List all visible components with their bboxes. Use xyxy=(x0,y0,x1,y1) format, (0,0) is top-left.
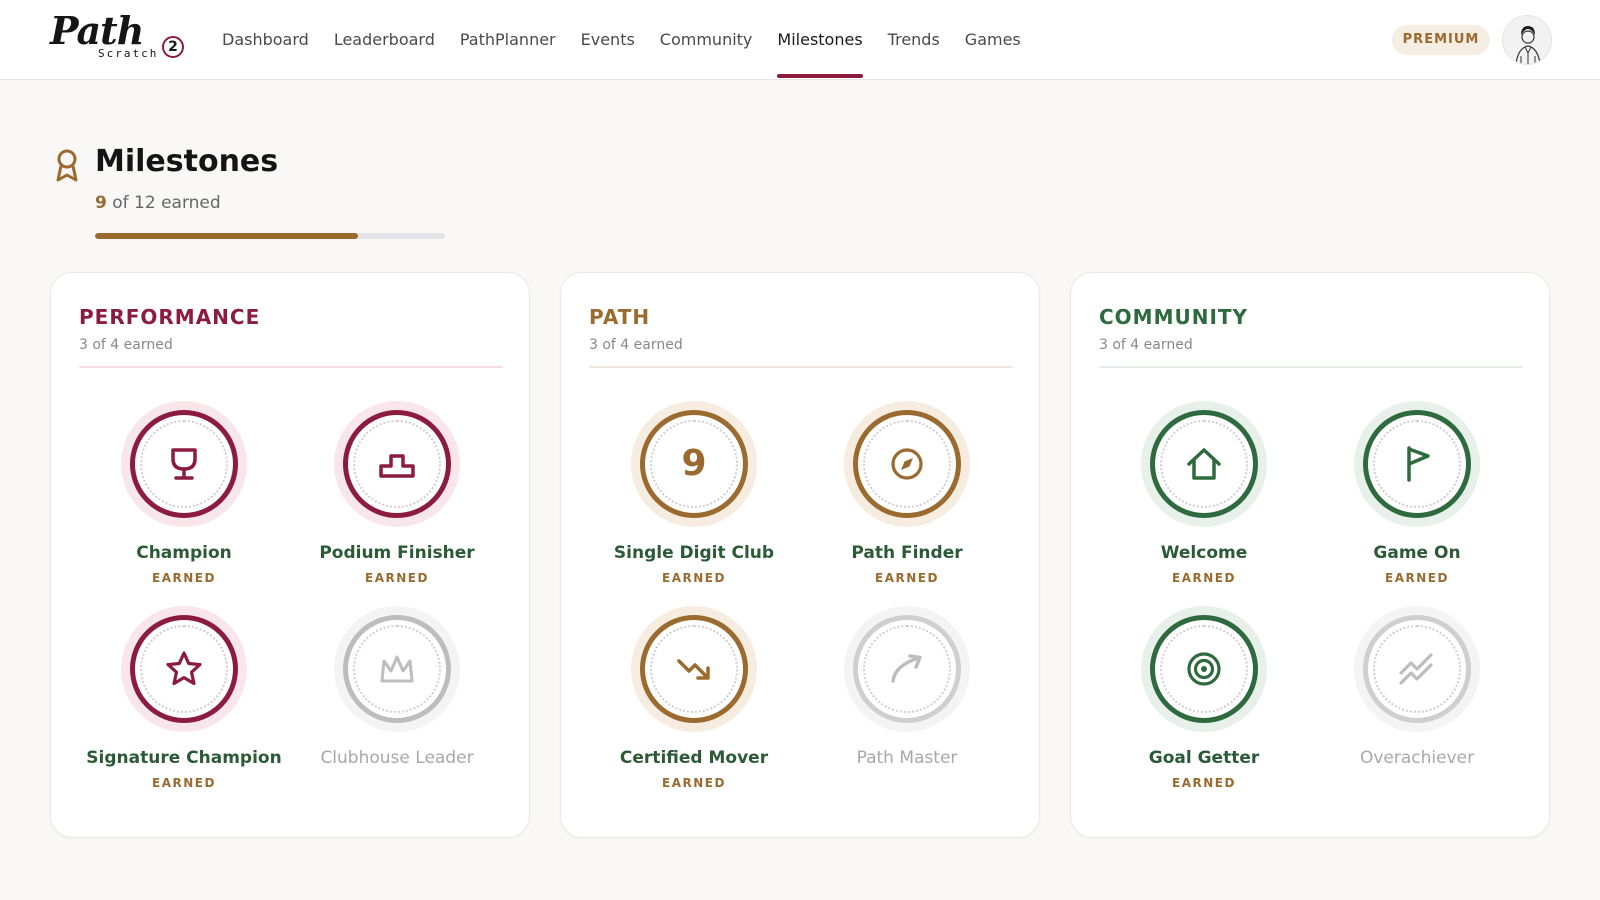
badge-medal: 9 xyxy=(631,401,757,527)
target-icon xyxy=(1187,652,1221,686)
badge-medal xyxy=(844,401,970,527)
badge-name: Game On xyxy=(1373,543,1461,563)
badge-medal xyxy=(121,401,247,527)
badge-name: Signature Champion xyxy=(86,748,282,768)
badge-status: EARNED xyxy=(1172,571,1236,585)
badge-medal xyxy=(1141,606,1267,732)
star-icon xyxy=(166,651,202,686)
earned-count: 9 xyxy=(95,193,107,213)
badge-single-digit-club[interactable]: 9 Single Digit Club EARNED xyxy=(594,401,794,587)
nav-dashboard[interactable]: Dashboard xyxy=(222,0,309,80)
nav-games[interactable]: Games xyxy=(965,0,1021,80)
badge-path-master[interactable]: Path Master xyxy=(807,606,1007,792)
nine-digit-glyph: 9 xyxy=(681,443,707,484)
badge-status: EARNED xyxy=(1172,776,1236,790)
nav-pathplanner[interactable]: PathPlanner xyxy=(460,0,556,80)
nav-milestones[interactable]: Milestones xyxy=(777,0,863,80)
badge-name: Goal Getter xyxy=(1148,748,1260,768)
badge-goal-getter[interactable]: Goal Getter EARNED xyxy=(1104,606,1304,792)
category-title: PATH xyxy=(589,305,651,329)
badge-status xyxy=(297,776,497,792)
badge-welcome[interactable]: Welcome EARNED xyxy=(1104,401,1304,587)
badge-signature-champion[interactable]: Signature Champion EARNED xyxy=(84,606,284,792)
category-divider xyxy=(79,366,503,368)
badge-clubhouse-leader[interactable]: Clubhouse Leader xyxy=(297,606,497,792)
user-avatar-icon xyxy=(1515,26,1541,64)
badge-medal xyxy=(844,606,970,732)
category-card-community: COMMUNITY 3 of 4 earned Welcome EARNED G… xyxy=(1070,272,1550,838)
home-icon xyxy=(1187,448,1221,480)
badge-name: Welcome xyxy=(1160,543,1248,563)
ribbon-award-icon xyxy=(56,149,78,182)
curve-arrow-icon xyxy=(891,654,922,683)
main-nav: Dashboard Leaderboard PathPlanner Events… xyxy=(222,0,1046,80)
badge-status: EARNED xyxy=(662,776,726,790)
badge-overachiever[interactable]: Overachiever xyxy=(1317,606,1517,792)
badge-status: EARNED xyxy=(365,571,429,585)
page-title: Milestones xyxy=(95,144,279,179)
crown-icon xyxy=(380,655,414,683)
category-title: COMMUNITY xyxy=(1099,305,1249,329)
badge-name: Path Master xyxy=(856,748,958,768)
premium-badge[interactable]: PREMIUM xyxy=(1392,25,1490,55)
badge-name: Podium Finisher xyxy=(319,543,475,563)
nav-events[interactable]: Events xyxy=(581,0,635,80)
app-logo[interactable]: Path Scratch 2 xyxy=(50,8,190,64)
badge-status xyxy=(1317,776,1517,792)
badge-medal xyxy=(1354,401,1480,527)
category-card-path: PATH 3 of 4 earned 9 Single Digit Club E… xyxy=(560,272,1040,838)
nav-community[interactable]: Community xyxy=(660,0,753,80)
category-earned-count: 3 of 4 earned xyxy=(79,337,173,353)
category-divider xyxy=(589,366,1013,368)
category-earned-count: 3 of 4 earned xyxy=(589,337,683,353)
badge-name: Single Digit Club xyxy=(613,543,775,563)
nav-leaderboard[interactable]: Leaderboard xyxy=(334,0,435,80)
milestones-progress-bar xyxy=(95,233,445,239)
badge-certified-mover[interactable]: Certified Mover EARNED xyxy=(594,606,794,792)
badge-name: Path Finder xyxy=(851,543,963,563)
badge-medal xyxy=(1354,606,1480,732)
badge-status: EARNED xyxy=(875,571,939,585)
category-divider xyxy=(1099,366,1523,368)
trophy-icon xyxy=(171,448,197,480)
badge-medal xyxy=(121,606,247,732)
badge-status: EARNED xyxy=(152,776,216,790)
badge-medal xyxy=(334,606,460,732)
logo-number: 2 xyxy=(162,36,184,58)
badge-status: EARNED xyxy=(1385,571,1449,585)
badge-path-finder[interactable]: Path Finder EARNED xyxy=(807,401,1007,587)
progress-fill xyxy=(95,233,358,239)
badge-name: Clubhouse Leader xyxy=(320,748,474,768)
badge-medal xyxy=(631,606,757,732)
badge-name: Overachiever xyxy=(1359,748,1475,768)
earned-summary: 9 of 12 earned xyxy=(95,193,221,213)
badge-status: EARNED xyxy=(152,571,216,585)
logo-sub: Scratch xyxy=(98,47,159,60)
badge-podium-finisher[interactable]: Podium Finisher EARNED xyxy=(297,401,497,587)
top-navigation-bar: Path Scratch 2 Dashboard Leaderboard Pat… xyxy=(0,0,1600,80)
badge-medal xyxy=(334,401,460,527)
double-chevron-icon xyxy=(1399,653,1433,685)
podium-icon xyxy=(379,454,415,478)
flag-icon xyxy=(1407,446,1430,482)
earned-total-text: of 12 earned xyxy=(112,193,221,213)
badge-status xyxy=(807,776,1007,792)
nav-trends[interactable]: Trends xyxy=(888,0,940,80)
badge-champion[interactable]: Champion EARNED xyxy=(84,401,284,587)
category-earned-count: 3 of 4 earned xyxy=(1099,337,1193,353)
badge-name: Champion xyxy=(136,543,232,563)
category-title: PERFORMANCE xyxy=(79,305,261,329)
trend-down-icon xyxy=(677,659,710,680)
category-card-performance: PERFORMANCE 3 of 4 earned Champion EARNE… xyxy=(50,272,530,838)
avatar[interactable] xyxy=(1502,15,1552,65)
badge-status: EARNED xyxy=(662,571,726,585)
badge-medal xyxy=(1141,401,1267,527)
compass-icon xyxy=(891,448,923,480)
badge-name: Certified Mover xyxy=(619,748,769,768)
badge-game-on[interactable]: Game On EARNED xyxy=(1317,401,1517,587)
